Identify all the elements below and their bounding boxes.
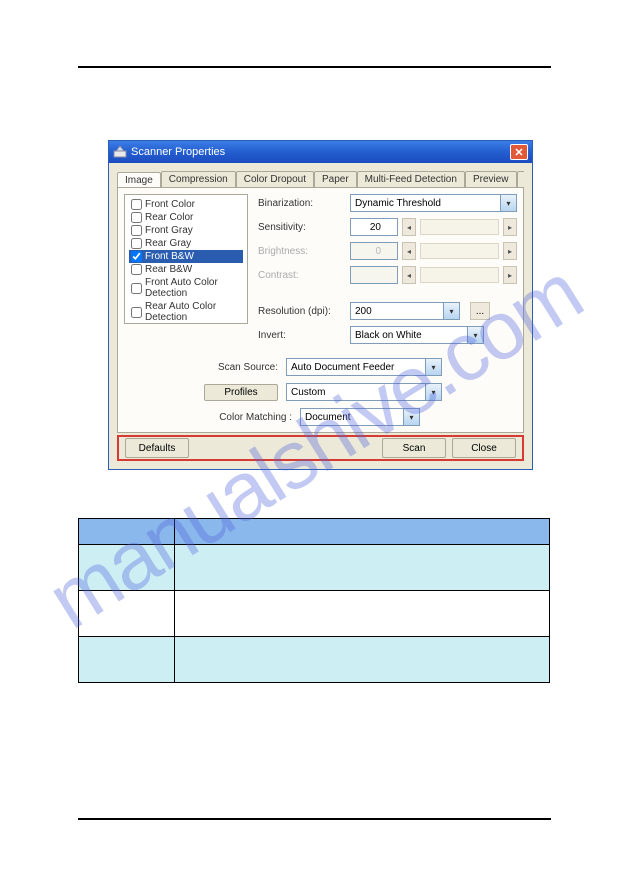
- invert-label: Invert:: [258, 330, 344, 341]
- table-row: [79, 591, 550, 637]
- chevron-down-icon: ▾: [425, 384, 441, 400]
- binarization-select[interactable]: Dynamic Threshold ▾: [350, 194, 517, 212]
- sensitivity-field[interactable]: 20: [350, 218, 398, 236]
- tab-compression[interactable]: Compression: [161, 171, 236, 187]
- page-rule-top: [78, 66, 551, 68]
- dialog-footer: Defaults Scan Close: [117, 435, 524, 461]
- window-title: Scanner Properties: [131, 146, 510, 158]
- mode-front-bw[interactable]: Front B&W: [129, 250, 243, 263]
- contrast-decrease: ◂: [402, 266, 416, 284]
- contrast-slider: [420, 267, 499, 283]
- invert-select[interactable]: Black on White ▾: [350, 326, 484, 344]
- defaults-button[interactable]: Defaults: [125, 438, 189, 458]
- close-icon[interactable]: ✕: [510, 144, 528, 160]
- resolution-more-button[interactable]: ...: [470, 302, 490, 320]
- tab-multifeed[interactable]: Multi-Feed Detection: [357, 171, 465, 187]
- brightness-slider: [420, 243, 499, 259]
- brightness-decrease: ◂: [402, 242, 416, 260]
- chevron-down-icon: ▾: [443, 303, 459, 319]
- description-table: [78, 518, 550, 683]
- mode-front-color[interactable]: Front Color: [129, 198, 243, 211]
- mode-rear-color-check[interactable]: [131, 212, 142, 223]
- mode-front-gray-check[interactable]: [131, 225, 142, 236]
- mode-front-color-check[interactable]: [131, 199, 142, 210]
- contrast-increase: ▸: [503, 266, 517, 284]
- sensitivity-slider[interactable]: [420, 219, 499, 235]
- mode-rear-bw[interactable]: Rear B&W: [129, 263, 243, 276]
- tab-options[interactable]: Options: [517, 171, 524, 187]
- scan-mode-list[interactable]: Front Color Rear Color Front Gray Rear G…: [124, 194, 248, 324]
- chevron-down-icon: ▾: [425, 359, 441, 375]
- scan-source-select[interactable]: Auto Document Feeder ▾: [286, 358, 442, 376]
- tab-strip: Image Compression Color Dropout Paper Mu…: [117, 169, 524, 187]
- tab-color-dropout[interactable]: Color Dropout: [236, 171, 314, 187]
- titlebar: Scanner Properties ✕: [109, 141, 532, 163]
- color-matching-select[interactable]: Document ▾: [300, 408, 420, 426]
- contrast-field: [350, 266, 398, 284]
- scan-source-label: Scan Source:: [204, 362, 278, 373]
- mode-rear-bw-check[interactable]: [131, 264, 142, 275]
- contrast-label: Contrast:: [258, 270, 344, 281]
- sensitivity-increase[interactable]: ▸: [503, 218, 517, 236]
- image-tab-panel: Front Color Rear Color Front Gray Rear G…: [117, 187, 524, 433]
- resolution-select[interactable]: 200 ▾: [350, 302, 460, 320]
- sensitivity-label: Sensitivity:: [258, 222, 344, 233]
- mode-front-bw-check[interactable]: [131, 251, 142, 262]
- scanner-properties-dialog: Scanner Properties ✕ Image Compression C…: [108, 140, 533, 470]
- chevron-down-icon: ▾: [403, 409, 419, 425]
- tab-image[interactable]: Image: [117, 172, 161, 187]
- close-button[interactable]: Close: [452, 438, 516, 458]
- table-row: [79, 519, 550, 545]
- table-row: [79, 637, 550, 683]
- tab-preview[interactable]: Preview: [465, 171, 517, 187]
- resolution-label: Resolution (dpi):: [258, 306, 344, 317]
- brightness-label: Brightness:: [258, 246, 344, 257]
- table-row: [79, 545, 550, 591]
- mode-rear-color[interactable]: Rear Color: [129, 211, 243, 224]
- tab-paper[interactable]: Paper: [314, 171, 357, 187]
- profiles-select[interactable]: Custom ▾: [286, 383, 442, 401]
- color-matching-label: Color Matching :: [204, 412, 292, 423]
- chevron-down-icon: ▾: [500, 195, 516, 211]
- scan-button[interactable]: Scan: [382, 438, 446, 458]
- mode-front-gray[interactable]: Front Gray: [129, 224, 243, 237]
- mode-rear-gray[interactable]: Rear Gray: [129, 237, 243, 250]
- mode-front-auto[interactable]: Front Auto Color Detection: [129, 276, 243, 300]
- brightness-increase: ▸: [503, 242, 517, 260]
- mode-rear-gray-check[interactable]: [131, 238, 142, 249]
- mode-rear-auto[interactable]: Rear Auto Color Detection: [129, 300, 243, 324]
- brightness-field: 0: [350, 242, 398, 260]
- chevron-down-icon: ▾: [467, 327, 483, 343]
- app-icon: [113, 145, 127, 159]
- client-area: Image Compression Color Dropout Paper Mu…: [109, 163, 532, 441]
- mode-front-auto-check[interactable]: [131, 283, 142, 294]
- profiles-button[interactable]: Profiles: [204, 384, 278, 401]
- mode-rear-auto-check[interactable]: [131, 307, 142, 318]
- sensitivity-decrease[interactable]: ◂: [402, 218, 416, 236]
- binarization-label: Binarization:: [258, 198, 344, 209]
- page-rule-bottom: [78, 818, 551, 820]
